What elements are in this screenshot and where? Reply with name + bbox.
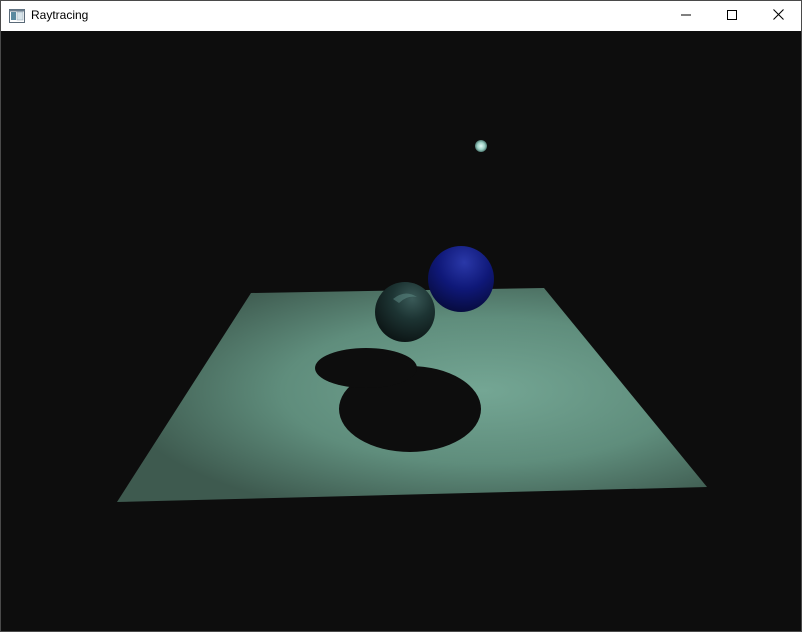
render-viewport[interactable] <box>1 31 801 631</box>
close-button[interactable] <box>755 1 801 31</box>
maximize-icon <box>727 7 737 25</box>
application-window: Raytracing <box>0 0 802 632</box>
blue-sphere <box>428 246 494 312</box>
dark-sphere <box>375 282 435 342</box>
app-window-icon <box>9 9 25 23</box>
window-title: Raytracing <box>31 8 89 22</box>
minimize-icon <box>681 7 691 25</box>
light-source-sphere <box>475 140 487 152</box>
maximize-button[interactable] <box>709 1 755 31</box>
title-bar[interactable]: Raytracing <box>1 1 801 31</box>
minimize-button[interactable] <box>663 1 709 31</box>
close-icon <box>772 7 784 25</box>
sphere-shadow-small <box>315 348 417 388</box>
raytraced-scene <box>117 140 707 502</box>
